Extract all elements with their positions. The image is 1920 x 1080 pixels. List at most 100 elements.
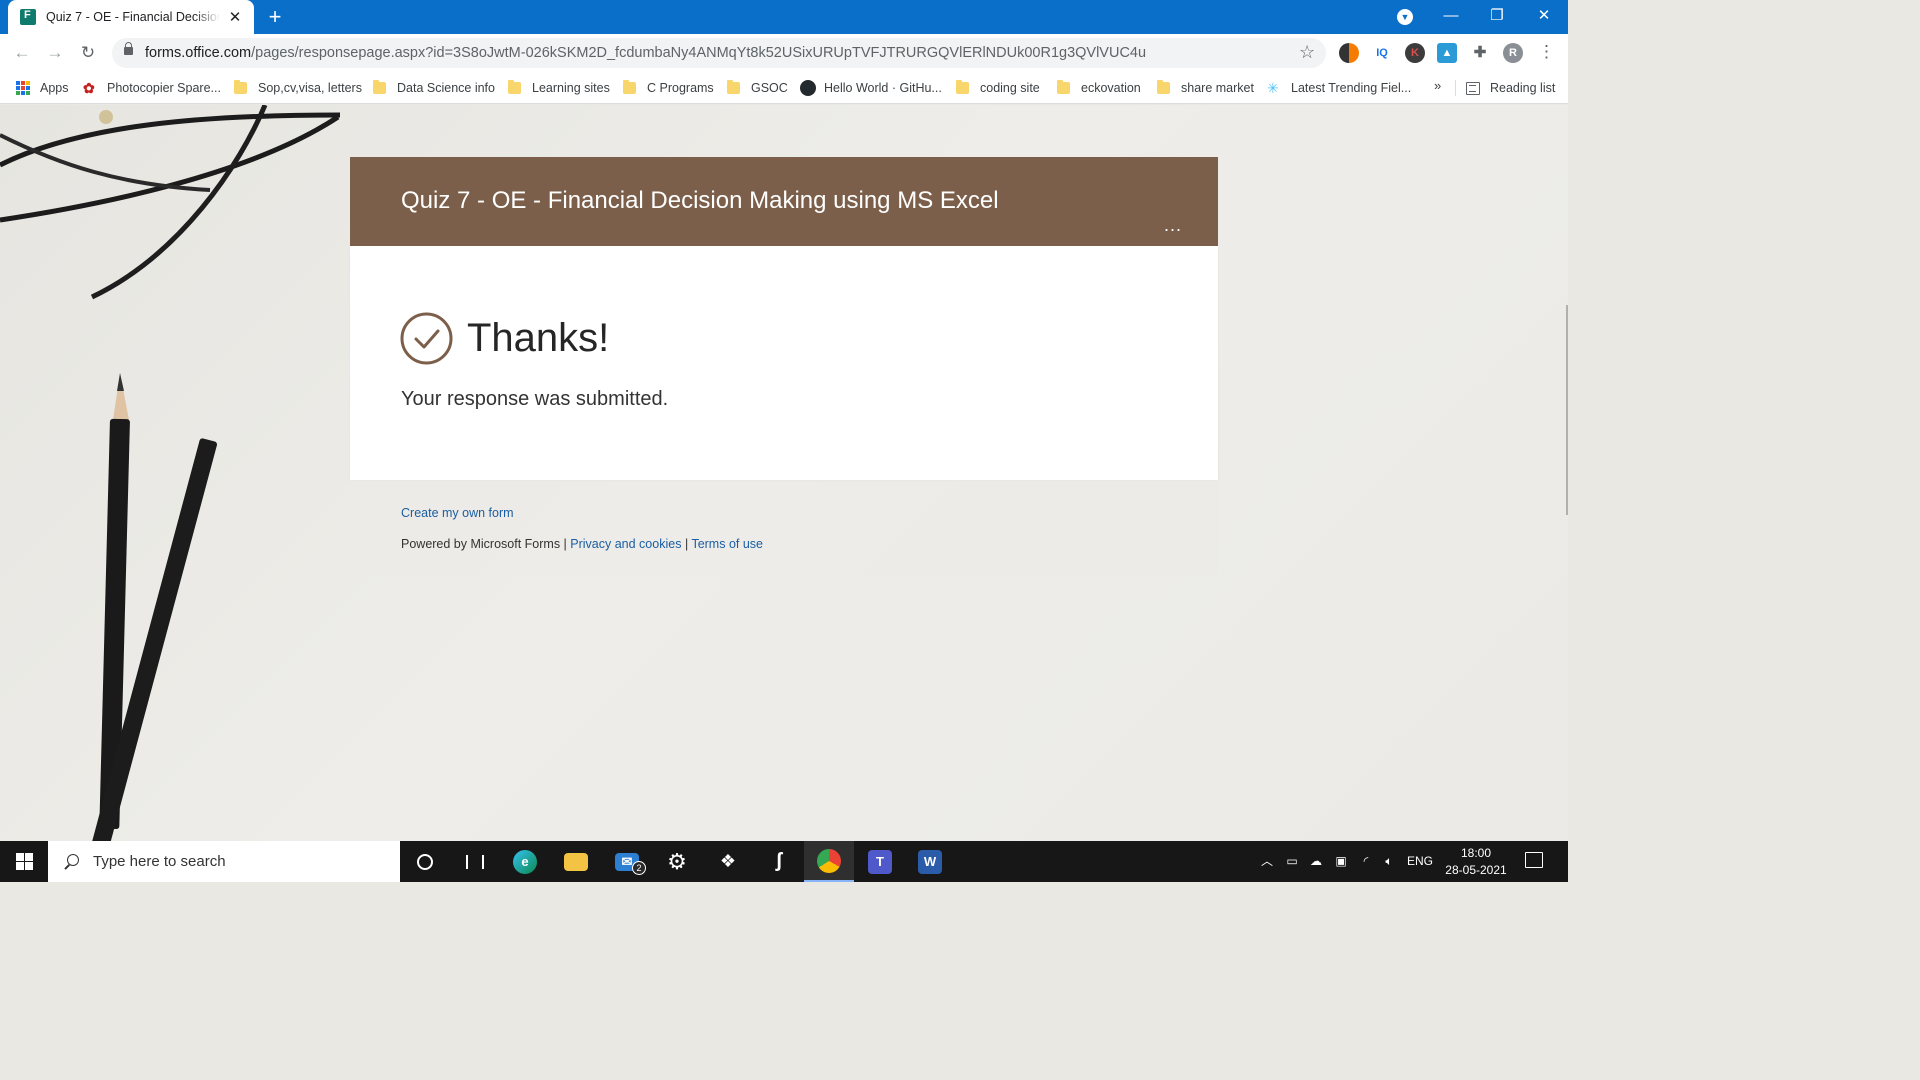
display-icon[interactable]: ▣	[1331, 841, 1351, 882]
reading-list-button[interactable]: Reading list	[1466, 78, 1555, 98]
volume-icon[interactable]: 🔈︎	[1379, 841, 1399, 882]
reload-button[interactable]: ↻	[74, 39, 102, 67]
github-icon	[800, 80, 816, 96]
edge-icon[interactable]: e	[500, 841, 550, 882]
photocopier-icon: ✿	[83, 80, 95, 96]
task-view-icon[interactable]	[450, 841, 500, 882]
form-header: Quiz 7 - OE - Financial Decision Making …	[350, 157, 1218, 246]
reading-list-icon	[1466, 81, 1480, 95]
scrollbar-edge[interactable]	[1566, 305, 1568, 515]
folder-icon	[373, 80, 386, 94]
clock-date: 28-05-2021	[1445, 863, 1507, 877]
bookmark-folder-eckovation[interactable]: eckovation	[1057, 78, 1141, 98]
folder-icon	[956, 80, 969, 94]
chrome-icon[interactable]	[804, 841, 854, 882]
profile-avatar[interactable]: R	[1503, 43, 1523, 63]
powered-by-text: Powered by Microsoft Forms |	[401, 537, 567, 551]
bookmarks-overflow-button[interactable]: »	[1434, 78, 1441, 93]
new-tab-button[interactable]: +	[262, 4, 288, 30]
windows-start-icon[interactable]	[0, 841, 48, 882]
minimize-button[interactable]: —	[1428, 0, 1474, 34]
taskbar-search-box[interactable]: Type here to search	[48, 841, 400, 882]
url-text[interactable]: forms.office.com/pages/responsepage.aspx…	[145, 45, 1146, 61]
form-title: Quiz 7 - OE - Financial Decision Making …	[401, 187, 999, 214]
tab-search-icon[interactable]: ▼	[1397, 9, 1413, 25]
address-bar[interactable]: forms.office.com/pages/responsepage.aspx…	[112, 38, 1326, 68]
create-form-link[interactable]: Create my own form	[401, 506, 514, 520]
reading-list-label: Reading list	[1490, 81, 1556, 95]
thanks-heading: Thanks!	[467, 316, 610, 360]
terms-link[interactable]: Terms of use	[691, 537, 763, 551]
folder-icon	[727, 80, 740, 94]
settings-icon[interactable]: ⚙	[652, 841, 702, 882]
restore-button[interactable]: ❐	[1474, 0, 1520, 34]
bookmark-photocopier[interactable]: ✿ Photocopier Spare...	[83, 78, 221, 98]
privacy-link[interactable]: Privacy and cookies	[570, 537, 681, 551]
bookmark-folder-coding[interactable]: coding site	[956, 78, 1040, 98]
form-footer: Create my own form Powered by Microsoft …	[350, 480, 1218, 577]
iq-extension-icon[interactable]: IQ	[1372, 43, 1392, 63]
browser-tab-active[interactable]: Quiz 7 - OE - Financial Decision Making …	[8, 0, 254, 34]
search-icon	[63, 853, 79, 870]
bookmark-star-icon[interactable]: ☆	[1299, 42, 1315, 63]
bookmark-label: Sop,cv,visa, letters	[258, 81, 362, 95]
lock-icon[interactable]	[124, 42, 133, 55]
bookmark-apps[interactable]: Apps	[16, 78, 69, 98]
back-button[interactable]: ←	[8, 39, 36, 67]
cortana-icon[interactable]	[400, 841, 450, 882]
notification-center-icon[interactable]	[1525, 852, 1543, 868]
wifi-icon[interactable]: ◜	[1356, 841, 1376, 882]
more-options-button[interactable]: ...	[1164, 216, 1182, 234]
teams-icon[interactable]: T	[855, 841, 905, 882]
bookmark-folder-data-science[interactable]: Data Science info	[373, 78, 495, 98]
bookmark-folder-sop[interactable]: Sop,cv,visa, letters	[234, 78, 362, 98]
folder-icon	[1157, 80, 1170, 94]
forms-favicon-icon	[20, 9, 36, 25]
bookmarks-divider	[1455, 80, 1456, 96]
submitted-message: Your response was submitted.	[401, 388, 669, 410]
folder-icon	[623, 80, 636, 94]
folder-icon	[508, 80, 521, 94]
confirmation-card: Thanks! Your response was submitted.	[350, 246, 1218, 480]
bookmark-label: Hello World · GitHu...	[824, 81, 942, 95]
close-window-button[interactable]: ✕	[1521, 0, 1567, 34]
url-host: forms.office.com	[145, 45, 252, 61]
browser-toolbar: ← → ↻ forms.office.com/pages/responsepag…	[0, 34, 1568, 72]
word-icon[interactable]: W	[905, 841, 955, 882]
browser-title-bar: Quiz 7 - OE - Financial Decision Making …	[0, 0, 1568, 34]
bookmark-label: eckovation	[1081, 81, 1141, 95]
close-tab-icon[interactable]: ✕	[226, 8, 244, 26]
onedrive-icon[interactable]: ☁	[1306, 841, 1326, 882]
mail-icon[interactable]: ✉ 2	[602, 841, 652, 882]
bookmark-label: Apps	[40, 81, 69, 95]
bookmark-folder-share-market[interactable]: share market	[1157, 78, 1254, 98]
bookmark-label: GSOC	[751, 81, 788, 95]
clock[interactable]: 18:00 28-05-2021	[1440, 845, 1512, 879]
bookmark-label: Photocopier Spare...	[107, 81, 221, 95]
windows-taskbar: Type here to search e ✉ 2 ⚙ ❖ ʃ T W ︿ ▭ …	[0, 841, 1568, 882]
app-icon[interactable]: ʃ	[754, 841, 804, 882]
apps-icon	[16, 81, 30, 95]
file-explorer-icon[interactable]	[551, 841, 601, 882]
language-indicator[interactable]: ENG	[1404, 841, 1436, 882]
bookmark-folder-gsoc[interactable]: GSOC	[727, 78, 788, 98]
bookmark-github[interactable]: Hello World · GitHu...	[800, 78, 942, 98]
bookmark-folder-c-programs[interactable]: C Programs	[623, 78, 714, 98]
chrome-menu-icon[interactable]: ⋮	[1538, 42, 1555, 62]
bookmark-folder-learning[interactable]: Learning sites	[508, 78, 610, 98]
powered-by-line: Powered by Microsoft Forms | Privacy and…	[401, 537, 763, 551]
dropbox-icon[interactable]: ❖	[703, 841, 753, 882]
brand-extension-icon[interactable]	[1339, 43, 1359, 63]
puzzle-icon[interactable]: ✚	[1470, 43, 1490, 63]
folder-icon	[1057, 80, 1070, 94]
tray-overflow-icon[interactable]: ︿	[1258, 841, 1276, 882]
bookmark-label: Latest Trending Fiel...	[1291, 81, 1412, 95]
k-extension-icon[interactable]: K	[1405, 43, 1425, 63]
bookmark-label: share market	[1181, 81, 1254, 95]
bookmark-trending[interactable]: ✳ Latest Trending Fiel...	[1267, 78, 1411, 98]
drive-extension-icon[interactable]: ▲	[1437, 43, 1457, 63]
checkmark-circle-icon	[400, 312, 453, 365]
bookmark-label: C Programs	[647, 81, 714, 95]
forward-button[interactable]: →	[41, 39, 69, 67]
battery-icon[interactable]: ▭	[1282, 841, 1302, 882]
